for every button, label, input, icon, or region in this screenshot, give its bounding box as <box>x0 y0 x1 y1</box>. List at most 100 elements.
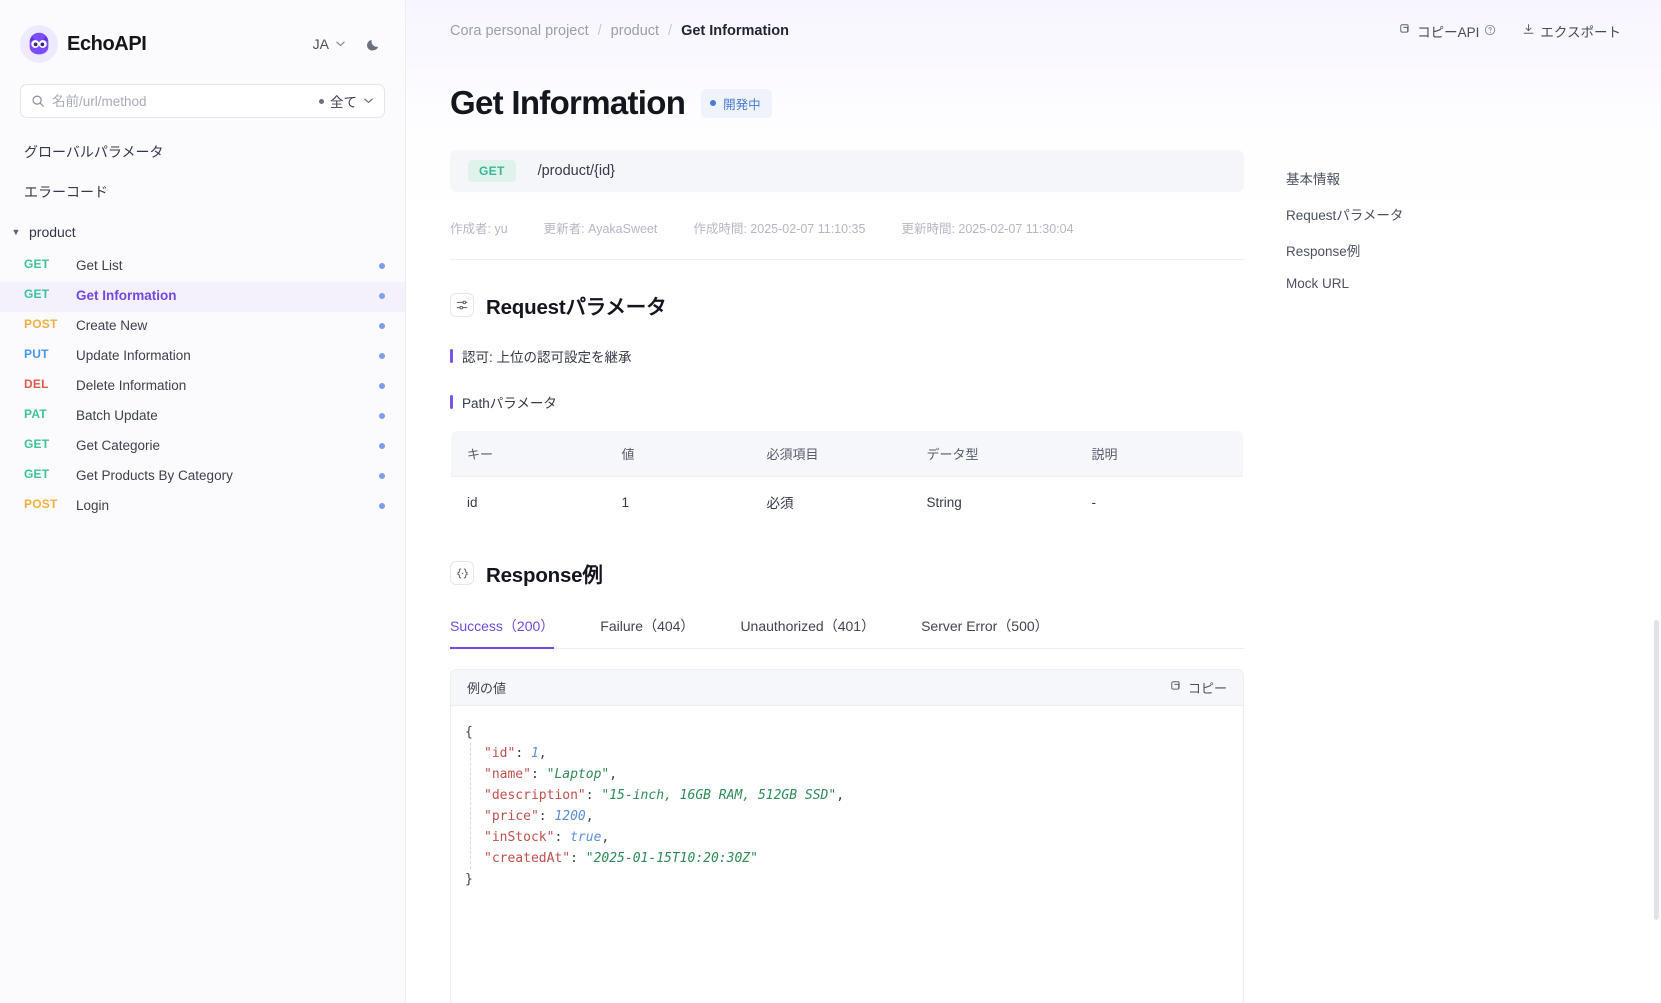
sidebar-item-delete-information[interactable]: DEL Delete Information <box>0 372 405 402</box>
toc-item-request-params[interactable]: Requestパラメータ <box>1286 196 1486 232</box>
status-dot-icon <box>379 473 385 479</box>
method-badge: GET <box>24 467 50 481</box>
sidebar-item-get-categorie[interactable]: GET Get Categorie <box>0 432 405 462</box>
chevron-down-icon <box>363 94 374 109</box>
method-badge: GET <box>24 287 50 301</box>
sidebar-item-label: Create New <box>76 318 148 333</box>
export-download-icon <box>1522 23 1535 39</box>
sidebar-item-error-codes[interactable]: エラーコード <box>0 172 405 212</box>
tab-unauthorized-401[interactable]: Unauthorized（401） <box>740 610 875 649</box>
brand-row: EchoAPI JA <box>0 0 405 66</box>
status-dot-icon <box>710 100 717 106</box>
column-header-value: 値 <box>605 431 751 477</box>
path-params-label: Pathパラメータ <box>450 392 1244 412</box>
sidebar-nav: グローバルパラメータ エラーコード ▼ product GET Get List… <box>0 132 405 522</box>
breadcrumb-folder[interactable]: product <box>611 23 659 39</box>
status-dot-icon <box>379 443 385 449</box>
breadcrumb-separator: / <box>597 23 602 39</box>
tab-success-200[interactable]: Success（200） <box>450 610 555 649</box>
method-badge: POST <box>24 497 58 511</box>
sidebar-item-global-parameters[interactable]: グローバルパラメータ <box>0 132 405 172</box>
breadcrumb: Cora personal project / product / Get In… <box>450 23 789 39</box>
breadcrumb-project[interactable]: Cora personal project <box>450 23 589 39</box>
sidebar-item-label: Get Products By Category <box>76 468 233 483</box>
response-example-header: 例の値 コピー <box>451 670 1243 706</box>
status-badge: 開発中 <box>701 88 772 118</box>
sidebar-item-login[interactable]: POST Login <box>0 492 405 522</box>
copy-icon <box>1399 23 1412 39</box>
sidebar-group-product[interactable]: ▼ product <box>0 212 405 252</box>
endpoint-path[interactable]: /product/{id} <box>538 163 615 179</box>
sidebar-group-label: product <box>29 224 76 240</box>
cell-description: - <box>1091 494 1097 510</box>
status-dot-icon <box>379 503 385 509</box>
table-of-contents: 基本情報 Requestパラメータ Response例 Mock URL <box>1286 160 1486 299</box>
metadata-row: 作成者: yu 更新者: AyakaSweet 作成時間: 2025-02-07… <box>450 218 1244 260</box>
page-scrollbar[interactable] <box>1654 620 1659 920</box>
auth-note-label: 認可: 上位の認可設定を継承 <box>462 350 632 365</box>
json-value-description: 15-inch, 16GB RAM, 512GB SSD <box>609 788 829 803</box>
tab-failure-404[interactable]: Failure（404） <box>600 610 694 649</box>
sidebar-item-get-information[interactable]: GET Get Information <box>0 282 405 312</box>
cell-required: 必須 <box>766 496 794 511</box>
method-filter-dropdown[interactable]: 全て <box>319 91 374 111</box>
breadcrumb-current: Get Information <box>681 23 790 39</box>
auth-note: 認可: 上位の認可設定を継承 <box>450 346 1244 366</box>
braces-icon <box>450 561 474 585</box>
toc-item-mock-url[interactable]: Mock URL <box>1286 268 1486 299</box>
sidebar-item-update-information[interactable]: PUT Update Information <box>0 342 405 372</box>
search-bar[interactable]: 全て <box>20 84 385 118</box>
sidebar-item-label: Get Information <box>76 288 177 303</box>
cell-value: 1 <box>621 494 630 510</box>
brand-name: EchoAPI <box>67 32 147 55</box>
sidebar-item-get-products-by-category[interactable]: GET Get Products By Category <box>0 462 405 492</box>
meta-updated-at: 更新時間: 2025-02-07 11:30:04 <box>901 222 1074 236</box>
response-example-card: 例の値 コピー { "id": 1, "name": "Laptop", "de… <box>450 669 1244 1003</box>
export-button[interactable]: エクスポート <box>1522 21 1621 41</box>
copy-code-button[interactable]: コピー <box>1170 678 1227 697</box>
table-header-row: キー 値 必須項目 データ型 説明 <box>451 431 1243 477</box>
page-title: Get Information <box>450 84 686 121</box>
sidebar-item-label: Delete Information <box>76 378 187 393</box>
endpoint-bar: GET /product/{id} <box>450 150 1244 192</box>
request-section-header: Requestパラメータ <box>450 290 1244 320</box>
status-dot-icon <box>379 293 385 299</box>
cell-key: id <box>467 494 478 510</box>
caret-down-icon[interactable]: ▼ <box>10 227 22 237</box>
question-circle-icon[interactable] <box>1484 24 1496 39</box>
response-example-code[interactable]: { "id": 1, "name": "Laptop", "descriptio… <box>451 706 1243 1003</box>
response-tabs: Success（200） Failure（404） Unauthorized（4… <box>450 610 1244 649</box>
method-badge: PAT <box>24 407 47 421</box>
method-filter-label: 全て <box>330 95 357 110</box>
json-value-price: 1200 <box>554 809 586 824</box>
sidebar-item-label: エラーコード <box>24 184 108 200</box>
sidebar-item-create-new[interactable]: POST Create New <box>0 312 405 342</box>
column-header-required: 必須項目 <box>750 431 911 477</box>
export-label: エクスポート <box>1540 25 1621 40</box>
main-content: Cora personal project / product / Get In… <box>406 0 1661 1003</box>
sidebar-item-label: Get Categorie <box>76 438 161 453</box>
language-value: JA <box>312 36 329 52</box>
method-badge: DEL <box>24 377 49 391</box>
sidebar-item-get-list[interactable]: GET Get List <box>0 252 405 282</box>
search-icon <box>31 94 45 108</box>
toc-item-response-sample[interactable]: Response例 <box>1286 232 1486 268</box>
path-params-title: Pathパラメータ <box>462 396 557 411</box>
json-value-name: Laptop <box>554 767 602 782</box>
status-dot-icon <box>379 323 385 329</box>
breadcrumb-separator: / <box>668 23 673 39</box>
tab-server-error-500[interactable]: Server Error（500） <box>921 610 1049 649</box>
copy-api-button[interactable]: コピーAPI <box>1399 21 1496 41</box>
toc-item-basic-info[interactable]: 基本情報 <box>1286 160 1486 196</box>
language-selector[interactable]: JA <box>313 36 346 52</box>
topbar: Cora personal project / product / Get In… <box>406 0 1661 62</box>
filter-dot-icon <box>319 98 324 104</box>
sidebar-item-label: Batch Update <box>76 408 158 423</box>
sidebar-item-batch-update[interactable]: PAT Batch Update <box>0 402 405 432</box>
sidebar-item-label: Get List <box>76 258 123 273</box>
sidebar-item-label: グローバルパラメータ <box>24 144 164 160</box>
search-input[interactable] <box>52 93 319 109</box>
table-body: id 1 必須 String - <box>451 477 1243 528</box>
moon-icon[interactable] <box>366 37 381 52</box>
status-dot-icon <box>379 413 385 419</box>
